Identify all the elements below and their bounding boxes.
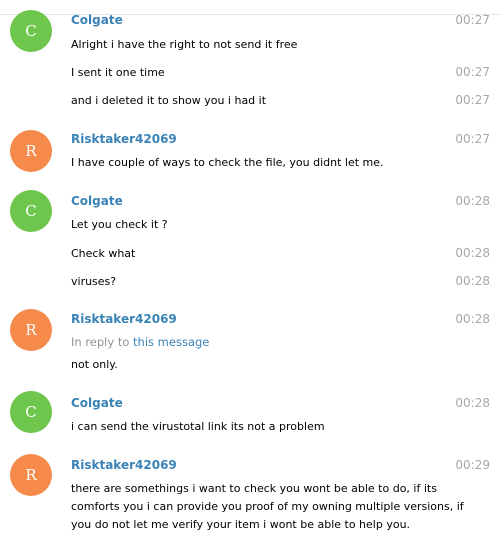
message-time: 00:28	[455, 396, 490, 410]
sender-name[interactable]: Risktaker42069	[71, 457, 177, 473]
avatar[interactable]: C	[10, 391, 52, 433]
message-text: you do not let me verify your item i won…	[71, 518, 411, 531]
message-text: i can send the virustotal link its not a…	[71, 420, 325, 433]
message-text: Alright i have the right to not send it …	[71, 38, 298, 51]
message-text: not only.	[71, 358, 118, 371]
message-time: 00:27	[455, 13, 490, 27]
avatar[interactable]: R	[10, 309, 52, 351]
message-time: 00:27	[455, 132, 490, 146]
message-text: I have couple of ways to check the file,…	[71, 156, 384, 169]
avatar[interactable]: R	[10, 130, 52, 172]
message-text: viruses?	[71, 275, 117, 288]
reply-prefix: In reply to	[71, 335, 130, 349]
chat-history: C Colgate 00:27 Alright i have the right…	[0, 0, 501, 548]
avatar[interactable]: C	[10, 10, 52, 52]
message-text: Check what	[71, 247, 136, 260]
message-text: Let you check it ?	[71, 218, 168, 231]
avatar[interactable]: C	[10, 190, 52, 232]
message-text: there are somethings i want to check you…	[71, 482, 437, 495]
message-text: I sent it one time	[71, 66, 165, 79]
reply-header: In reply to this message	[71, 334, 209, 350]
message-text: comforts you i can provide you proof of …	[71, 500, 464, 513]
message-text: and i deleted it to show you i had it	[71, 94, 267, 107]
sender-name[interactable]: Risktaker42069	[71, 131, 177, 147]
message-time: 00:28	[455, 194, 490, 208]
message-time: 00:28	[455, 312, 490, 326]
reply-link[interactable]: this message	[133, 335, 209, 349]
avatar[interactable]: R	[10, 454, 52, 496]
sender-name[interactable]: Risktaker42069	[71, 311, 177, 327]
message-time: 00:29	[455, 458, 490, 472]
sender-name[interactable]: Colgate	[71, 12, 123, 28]
sender-name[interactable]: Colgate	[71, 193, 123, 209]
sender-name[interactable]: Colgate	[71, 395, 123, 411]
